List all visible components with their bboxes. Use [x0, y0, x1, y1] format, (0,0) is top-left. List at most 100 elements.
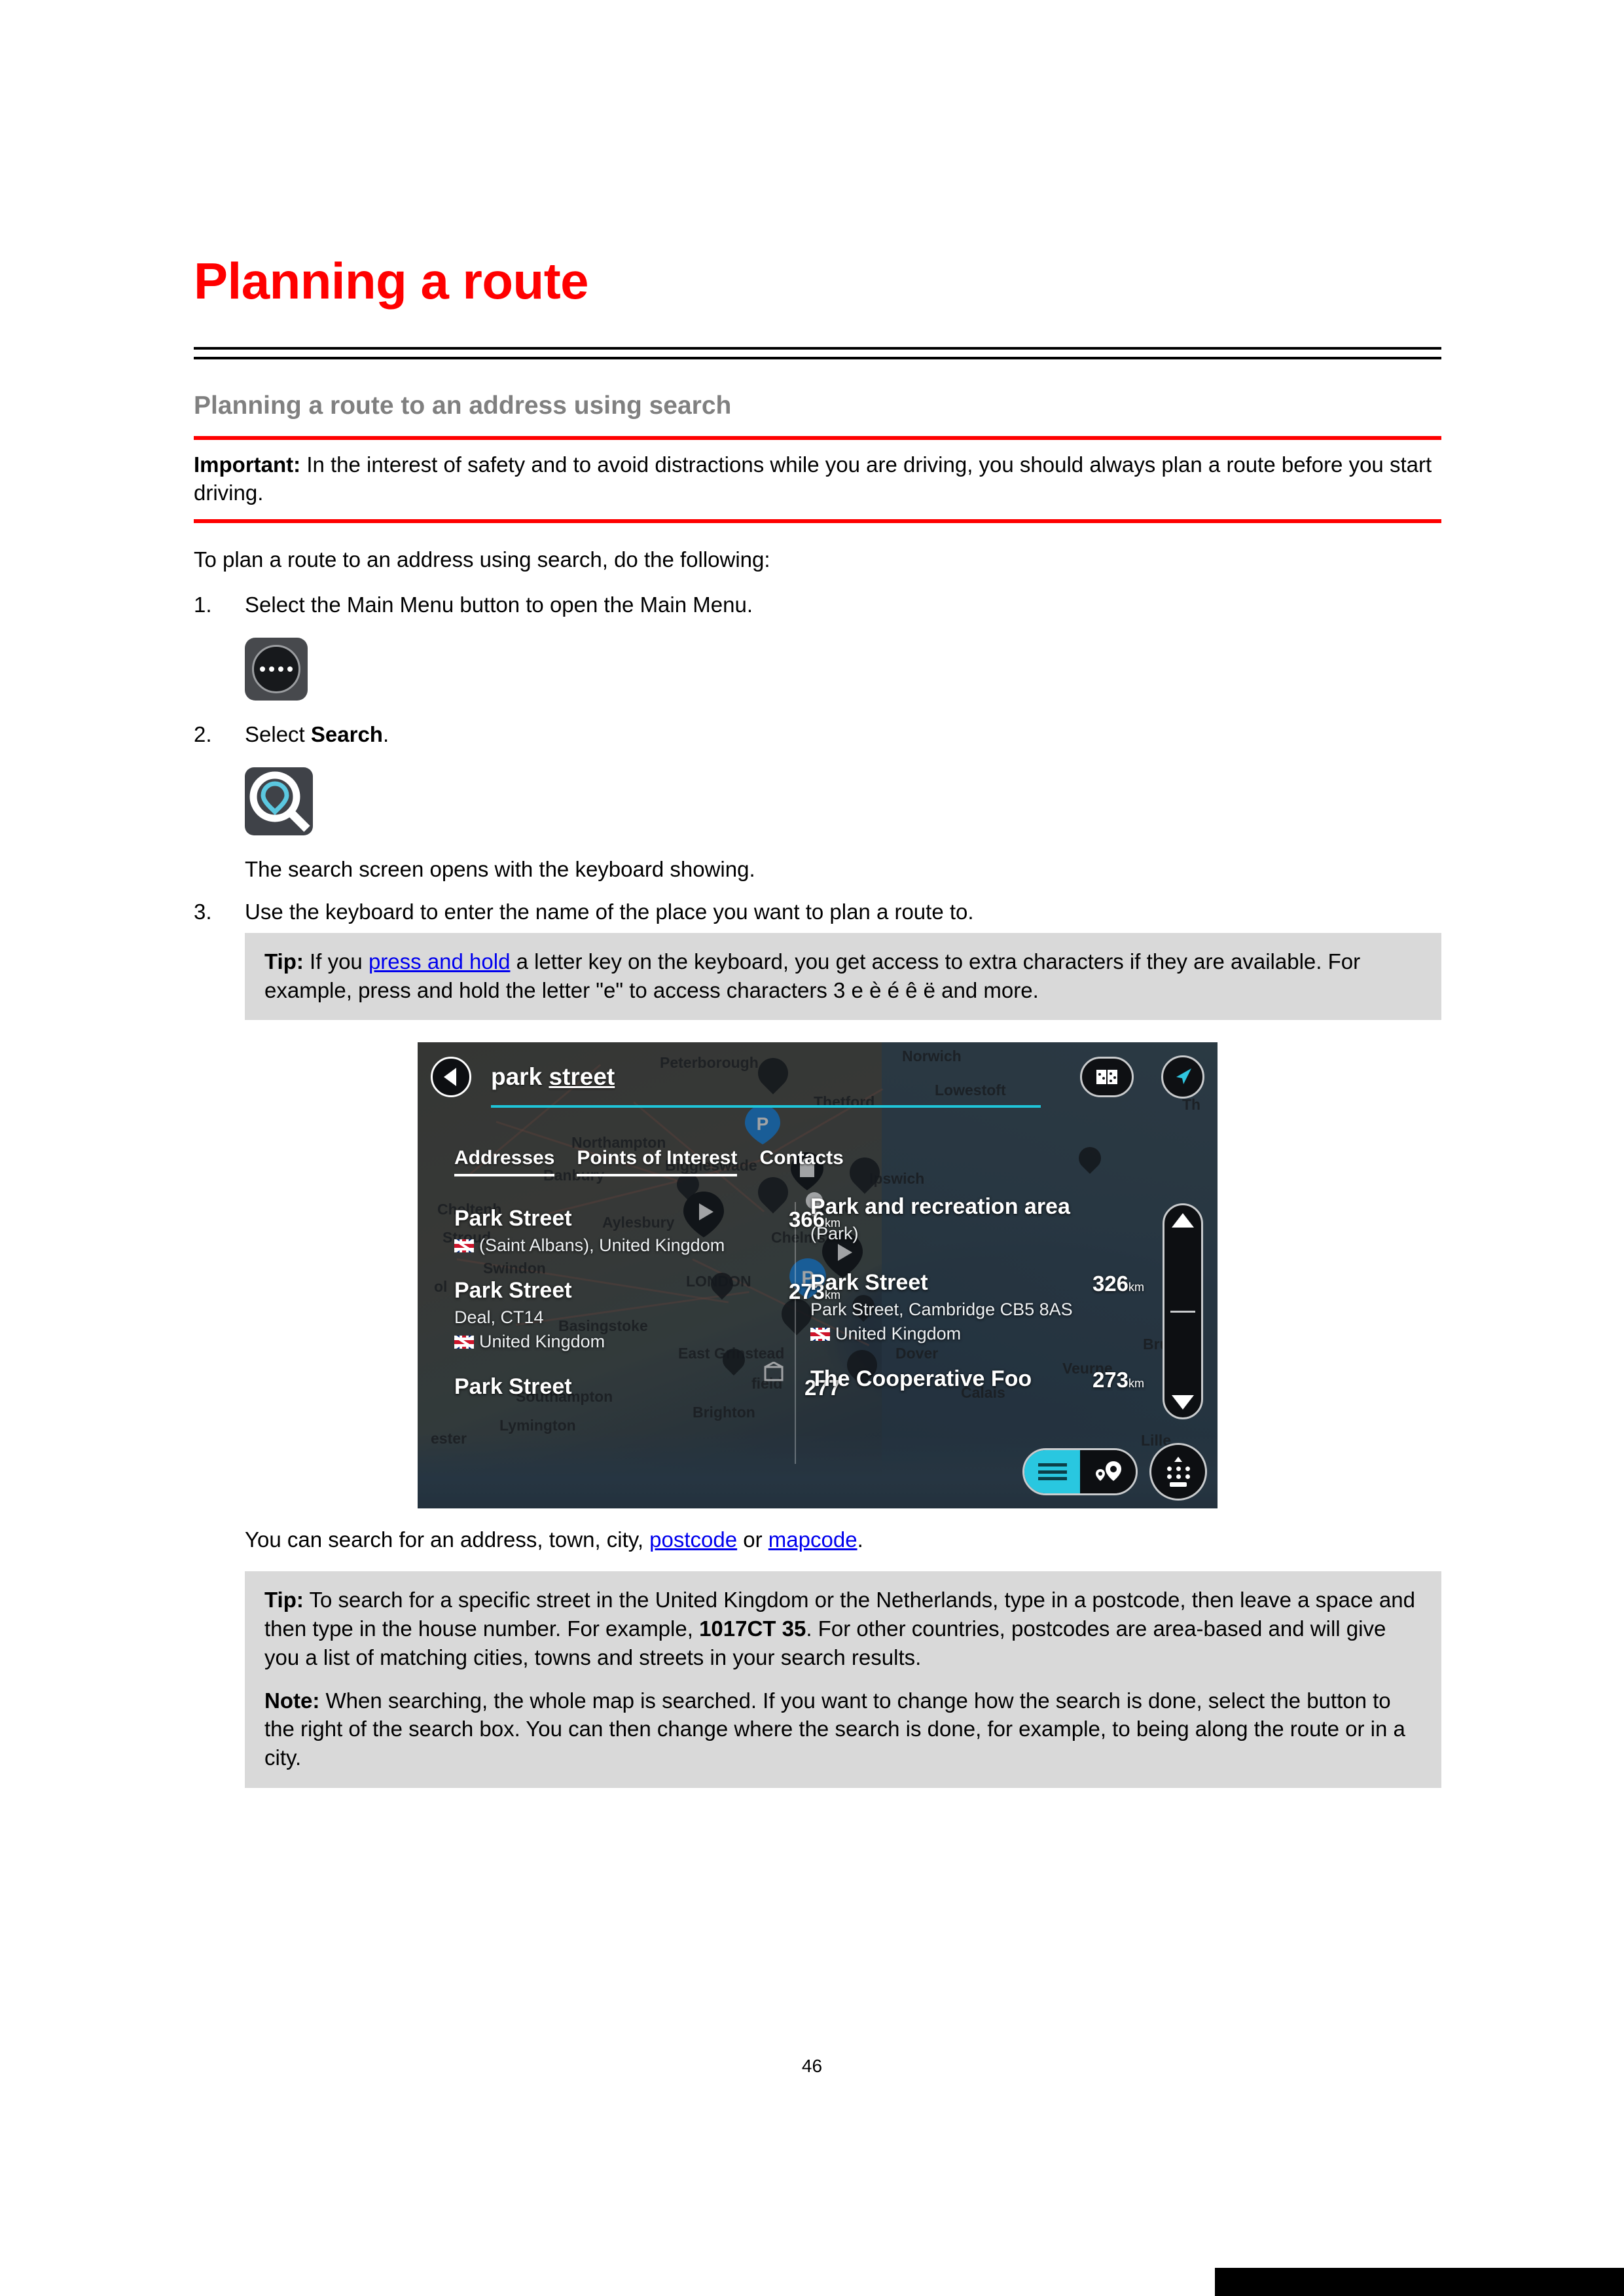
device-screenshot: Peterborough Norwich Lowestoft Thetford Nort…	[418, 1042, 1218, 1509]
dot-icon	[260, 666, 265, 672]
step-2-number: 2.	[194, 721, 212, 746]
search-query-text[interactable]: park street	[491, 1063, 615, 1091]
after-part3: .	[857, 1527, 863, 1552]
result-item[interactable]: Park and recreation area (Park)	[810, 1194, 1151, 1244]
tab-addresses[interactable]: Addresses	[454, 1147, 555, 1177]
search-area-button[interactable]	[1080, 1057, 1134, 1098]
important-body: In the interest of safety and to avoid d…	[194, 452, 1432, 505]
result-distance-unit: km	[1128, 1281, 1144, 1294]
page-title: Planning a route	[194, 252, 589, 310]
result-subtitle: United Kingdom	[454, 1332, 782, 1352]
result-distance-value: 273	[1092, 1368, 1128, 1393]
main-menu-circle	[252, 644, 300, 693]
results-column-divider	[795, 1202, 796, 1465]
result-title: Park and recreation area	[810, 1194, 1070, 1220]
dot-icon	[287, 666, 293, 672]
tip-keyboard-text: Tip: If you press and hold a letter key …	[264, 947, 1422, 1005]
result-subtitle: (Park)	[810, 1224, 859, 1244]
important-callout: Important: In the interest of safety and…	[194, 435, 1441, 523]
result-item[interactable]: Park Street 277	[454, 1374, 840, 1400]
result-subtitle-line1: Park Street, Cambridge CB5 8AS	[810, 1300, 1073, 1320]
map-pins-icon	[1095, 1461, 1121, 1482]
device-screenshot-figure: Peterborough Norwich Lowestoft Thetford Nort…	[194, 1042, 1441, 1509]
scroll-down-icon[interactable]	[1172, 1395, 1194, 1410]
tip-postcode-text: Tip: To search for a specific street in …	[264, 1586, 1422, 1672]
step-2-prefix: Select	[245, 721, 311, 746]
step-3-number: 3.	[194, 900, 212, 924]
footer-black-bar	[1215, 2268, 1624, 2296]
result-subtitle: United Kingdom	[810, 1324, 1151, 1344]
tip-keyboard-box: Tip: If you press and hold a letter key …	[245, 932, 1441, 1021]
note-label: Note:	[264, 1688, 320, 1713]
navigation-arrow-button[interactable]	[1161, 1055, 1204, 1099]
search-query-part2: street	[549, 1063, 615, 1091]
map-book-icon	[1096, 1070, 1117, 1085]
result-subtitle-text: (Saint Albans), United Kingdom	[479, 1235, 725, 1256]
mapcode-link[interactable]: mapcode	[768, 1527, 857, 1552]
result-subtitle-line1: Deal, CT14	[454, 1307, 544, 1328]
result-item[interactable]: Park Street (Saint Albans), United Kingd…	[454, 1206, 840, 1256]
document-page: Planning a route Planning a route to an …	[0, 0, 1624, 2296]
press-and-hold-link[interactable]: press and hold	[369, 949, 510, 974]
tab-points-of-interest[interactable]: Points of Interest	[577, 1147, 738, 1177]
page-content: Planning a route Planning a route to an …	[194, 252, 1441, 1789]
step-2-bold: Search	[310, 721, 383, 746]
map-view-button[interactable]	[1080, 1450, 1136, 1494]
intro-paragraph: To plan a route to an address using sear…	[194, 547, 770, 572]
scrollbar-thumb[interactable]	[1170, 1310, 1195, 1313]
result-item[interactable]: Park Street Deal, CT14 United Kingdom 27…	[454, 1278, 840, 1352]
result-distance: 326km	[1092, 1271, 1144, 1296]
tip-note-box: Tip: To search for a specific street in …	[245, 1571, 1441, 1789]
dot-icon	[269, 666, 274, 672]
tip-label: Tip:	[264, 949, 304, 974]
result-title: Park Street	[454, 1374, 572, 1400]
result-item[interactable]: The Cooperative Foo 273km	[810, 1366, 1151, 1392]
result-distance-value: 326	[1092, 1271, 1128, 1296]
step-1: 1. Select the Main Menu button to open t…	[194, 591, 1441, 619]
search-icon-wrapper	[245, 767, 1441, 835]
search-results-right: Park and recreation area (Park) Park Str…	[810, 1194, 1151, 1414]
title-divider	[194, 347, 1441, 359]
postcode-link[interactable]: postcode	[649, 1527, 737, 1552]
search-results-left: Park Street (Saint Albans), United Kingd…	[454, 1206, 840, 1422]
tab-contacts[interactable]: Contacts	[759, 1147, 843, 1176]
step-2-text: Select Search.	[245, 722, 389, 746]
step-3: 3. Use the keyboard to enter the name of…	[194, 898, 1441, 926]
result-item[interactable]: Park Street Park Street, Cambridge CB5 8…	[810, 1270, 1151, 1344]
step-1-number: 1.	[194, 592, 212, 617]
result-distance: 273km	[1092, 1368, 1144, 1393]
section-heading: Planning a route to an address using sea…	[194, 392, 732, 420]
spacebar-icon	[1170, 1482, 1187, 1487]
after-figure-paragraph: You can search for an address, town, cit…	[245, 1525, 1441, 1554]
uk-flag-icon	[810, 1328, 830, 1341]
back-button[interactable]	[431, 1057, 471, 1098]
page-number: 46	[801, 2056, 823, 2076]
list-icon	[1038, 1463, 1067, 1481]
after-part2: or	[737, 1527, 768, 1552]
scroll-up-icon[interactable]	[1172, 1213, 1194, 1228]
keyboard-button[interactable]	[1149, 1443, 1207, 1501]
chevron-left-icon	[443, 1068, 456, 1087]
step-2-suffix: .	[382, 721, 389, 746]
after-part1: You can search for an address, town, cit…	[245, 1527, 650, 1552]
important-label: Important:	[194, 452, 301, 477]
important-text: Important: In the interest of safety and…	[194, 450, 1441, 507]
search-field-underline	[491, 1105, 1041, 1108]
result-title: Park Street	[454, 1206, 572, 1231]
result-subtitle: (Saint Albans), United Kingdom	[454, 1235, 782, 1256]
tip-postcode-label: Tip:	[264, 1587, 304, 1612]
search-magnifier-svg	[249, 771, 310, 832]
search-icon[interactable]	[245, 767, 313, 835]
uk-flag-icon	[454, 1239, 474, 1253]
results-scrollbar[interactable]	[1163, 1203, 1203, 1420]
keyboard-icon	[1161, 1457, 1195, 1487]
caret-up-icon	[1174, 1457, 1182, 1463]
result-distance-unit: km	[1128, 1377, 1144, 1391]
search-tabs: Addresses Points of Interest Contacts	[454, 1147, 844, 1177]
step-3-text: Use the keyboard to enter the name of th…	[245, 900, 974, 924]
list-map-toggle[interactable]	[1022, 1448, 1138, 1496]
step-2: 2. Select Search.	[194, 720, 1441, 749]
list-view-button[interactable]	[1024, 1450, 1080, 1494]
main-menu-icon[interactable]	[245, 637, 308, 701]
step-2-followup: The search screen opens with the keyboar…	[245, 856, 755, 881]
